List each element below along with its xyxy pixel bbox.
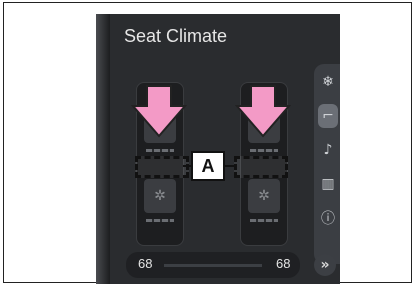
- left-temperature: 68: [138, 256, 153, 271]
- temperature-track[interactable]: [164, 264, 262, 267]
- display-screen: Seat Climate ♨ ✲ ♨ ✲ ❄ ⌐ ♪ ▥ ⓘ 68 68 »: [96, 14, 340, 284]
- left-pointer-arrow-icon: [131, 85, 187, 138]
- bar-chart-icon[interactable]: ▥: [318, 172, 338, 196]
- callout-label: A: [191, 151, 225, 181]
- right-seat-heat-level: [250, 149, 278, 152]
- seat-icon[interactable]: ⌐: [318, 104, 338, 128]
- right-pointer-arrow-icon: [235, 85, 291, 138]
- temperature-bar: 68 68: [126, 252, 300, 278]
- screen-title: Seat Climate: [124, 26, 228, 46]
- function-sidebar: ❄ ⌐ ♪ ▥ ⓘ: [314, 64, 340, 264]
- next-page-button[interactable]: »: [314, 254, 336, 276]
- left-heat-level-highlight: [135, 156, 189, 178]
- left-seat-vent-level: [146, 219, 174, 222]
- right-seat-vent-button[interactable]: ✲: [248, 179, 280, 213]
- info-icon[interactable]: ⓘ: [318, 206, 338, 230]
- right-temperature: 68: [276, 256, 291, 271]
- seat-fan-icon[interactable]: ❄: [318, 70, 338, 94]
- right-seat-vent-level: [250, 219, 278, 222]
- right-heat-level-highlight: [234, 156, 288, 178]
- callout-line-right: [224, 165, 236, 167]
- music-note-icon[interactable]: ♪: [318, 138, 338, 162]
- left-seat-heat-level: [146, 149, 174, 152]
- screen-bezel: [96, 14, 110, 284]
- left-seat-vent-button[interactable]: ✲: [144, 179, 176, 213]
